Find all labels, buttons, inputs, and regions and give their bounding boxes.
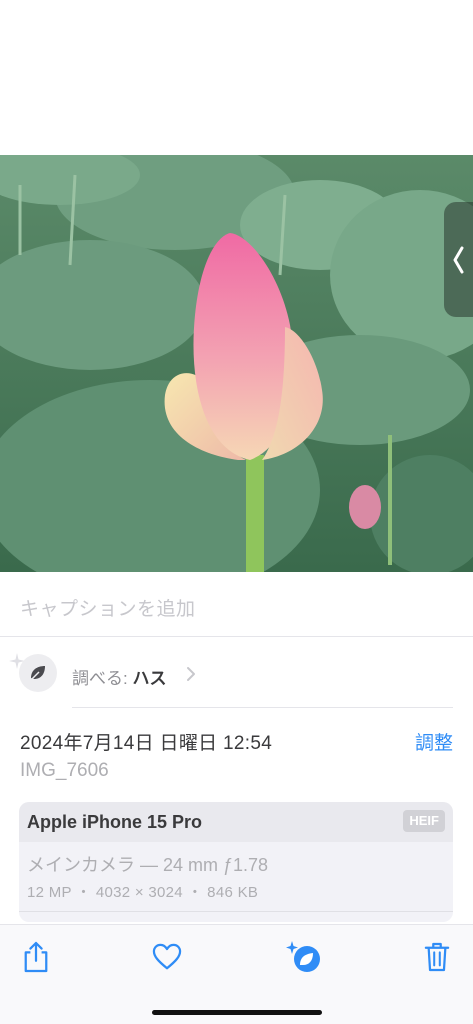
delete-button[interactable] xyxy=(420,937,454,977)
photo-view[interactable] xyxy=(0,155,473,572)
top-blank-area xyxy=(0,0,473,155)
format-badge: HEIF xyxy=(403,810,445,832)
info-panel: キャプションを追加 調べる: ハス 2024年7月14日 日曜日 12:54 調… xyxy=(0,572,473,924)
camera-lens: メインカメラ — 24 mm ƒ1.78 xyxy=(27,855,269,875)
heart-icon xyxy=(152,943,182,970)
camera-info-card: Apple iPhone 15 Pro HEIF メインカメラ — 24 mm … xyxy=(19,802,453,922)
visual-lookup-button[interactable] xyxy=(284,937,324,977)
lookup-prefix: 調べる: xyxy=(72,669,128,688)
side-panel-handle[interactable] xyxy=(444,202,473,317)
trash-icon xyxy=(424,942,450,972)
chevron-right-icon xyxy=(187,667,195,681)
adjust-button[interactable]: 調整 xyxy=(415,728,453,755)
favorite-button[interactable] xyxy=(150,937,184,977)
photo-datetime: 2024年7月14日 日曜日 12:54 xyxy=(20,733,273,754)
visual-lookup-icon xyxy=(286,941,320,972)
home-indicator xyxy=(152,1010,322,1015)
divider xyxy=(19,911,453,912)
share-icon xyxy=(24,941,48,973)
camera-device: Apple iPhone 15 Pro xyxy=(27,812,203,832)
lookup-subject: ハス xyxy=(132,669,167,688)
bottom-toolbar xyxy=(0,924,473,1024)
chevron-left-icon xyxy=(453,246,463,273)
lookup-label: 調べる: ハス xyxy=(72,664,166,689)
lotus-photo xyxy=(0,155,473,572)
caption-input[interactable]: キャプションを追加 xyxy=(20,594,196,621)
camera-specs: 12 MP ・ 4032 × 3024 ・ 846 KB xyxy=(27,884,259,901)
visual-lookup-row[interactable]: 調べる: ハス xyxy=(0,648,473,708)
divider xyxy=(0,636,473,637)
photo-filename: IMG_7606 xyxy=(20,760,109,781)
leaf-icon xyxy=(19,654,57,692)
share-button[interactable] xyxy=(19,937,53,977)
divider xyxy=(72,707,453,708)
